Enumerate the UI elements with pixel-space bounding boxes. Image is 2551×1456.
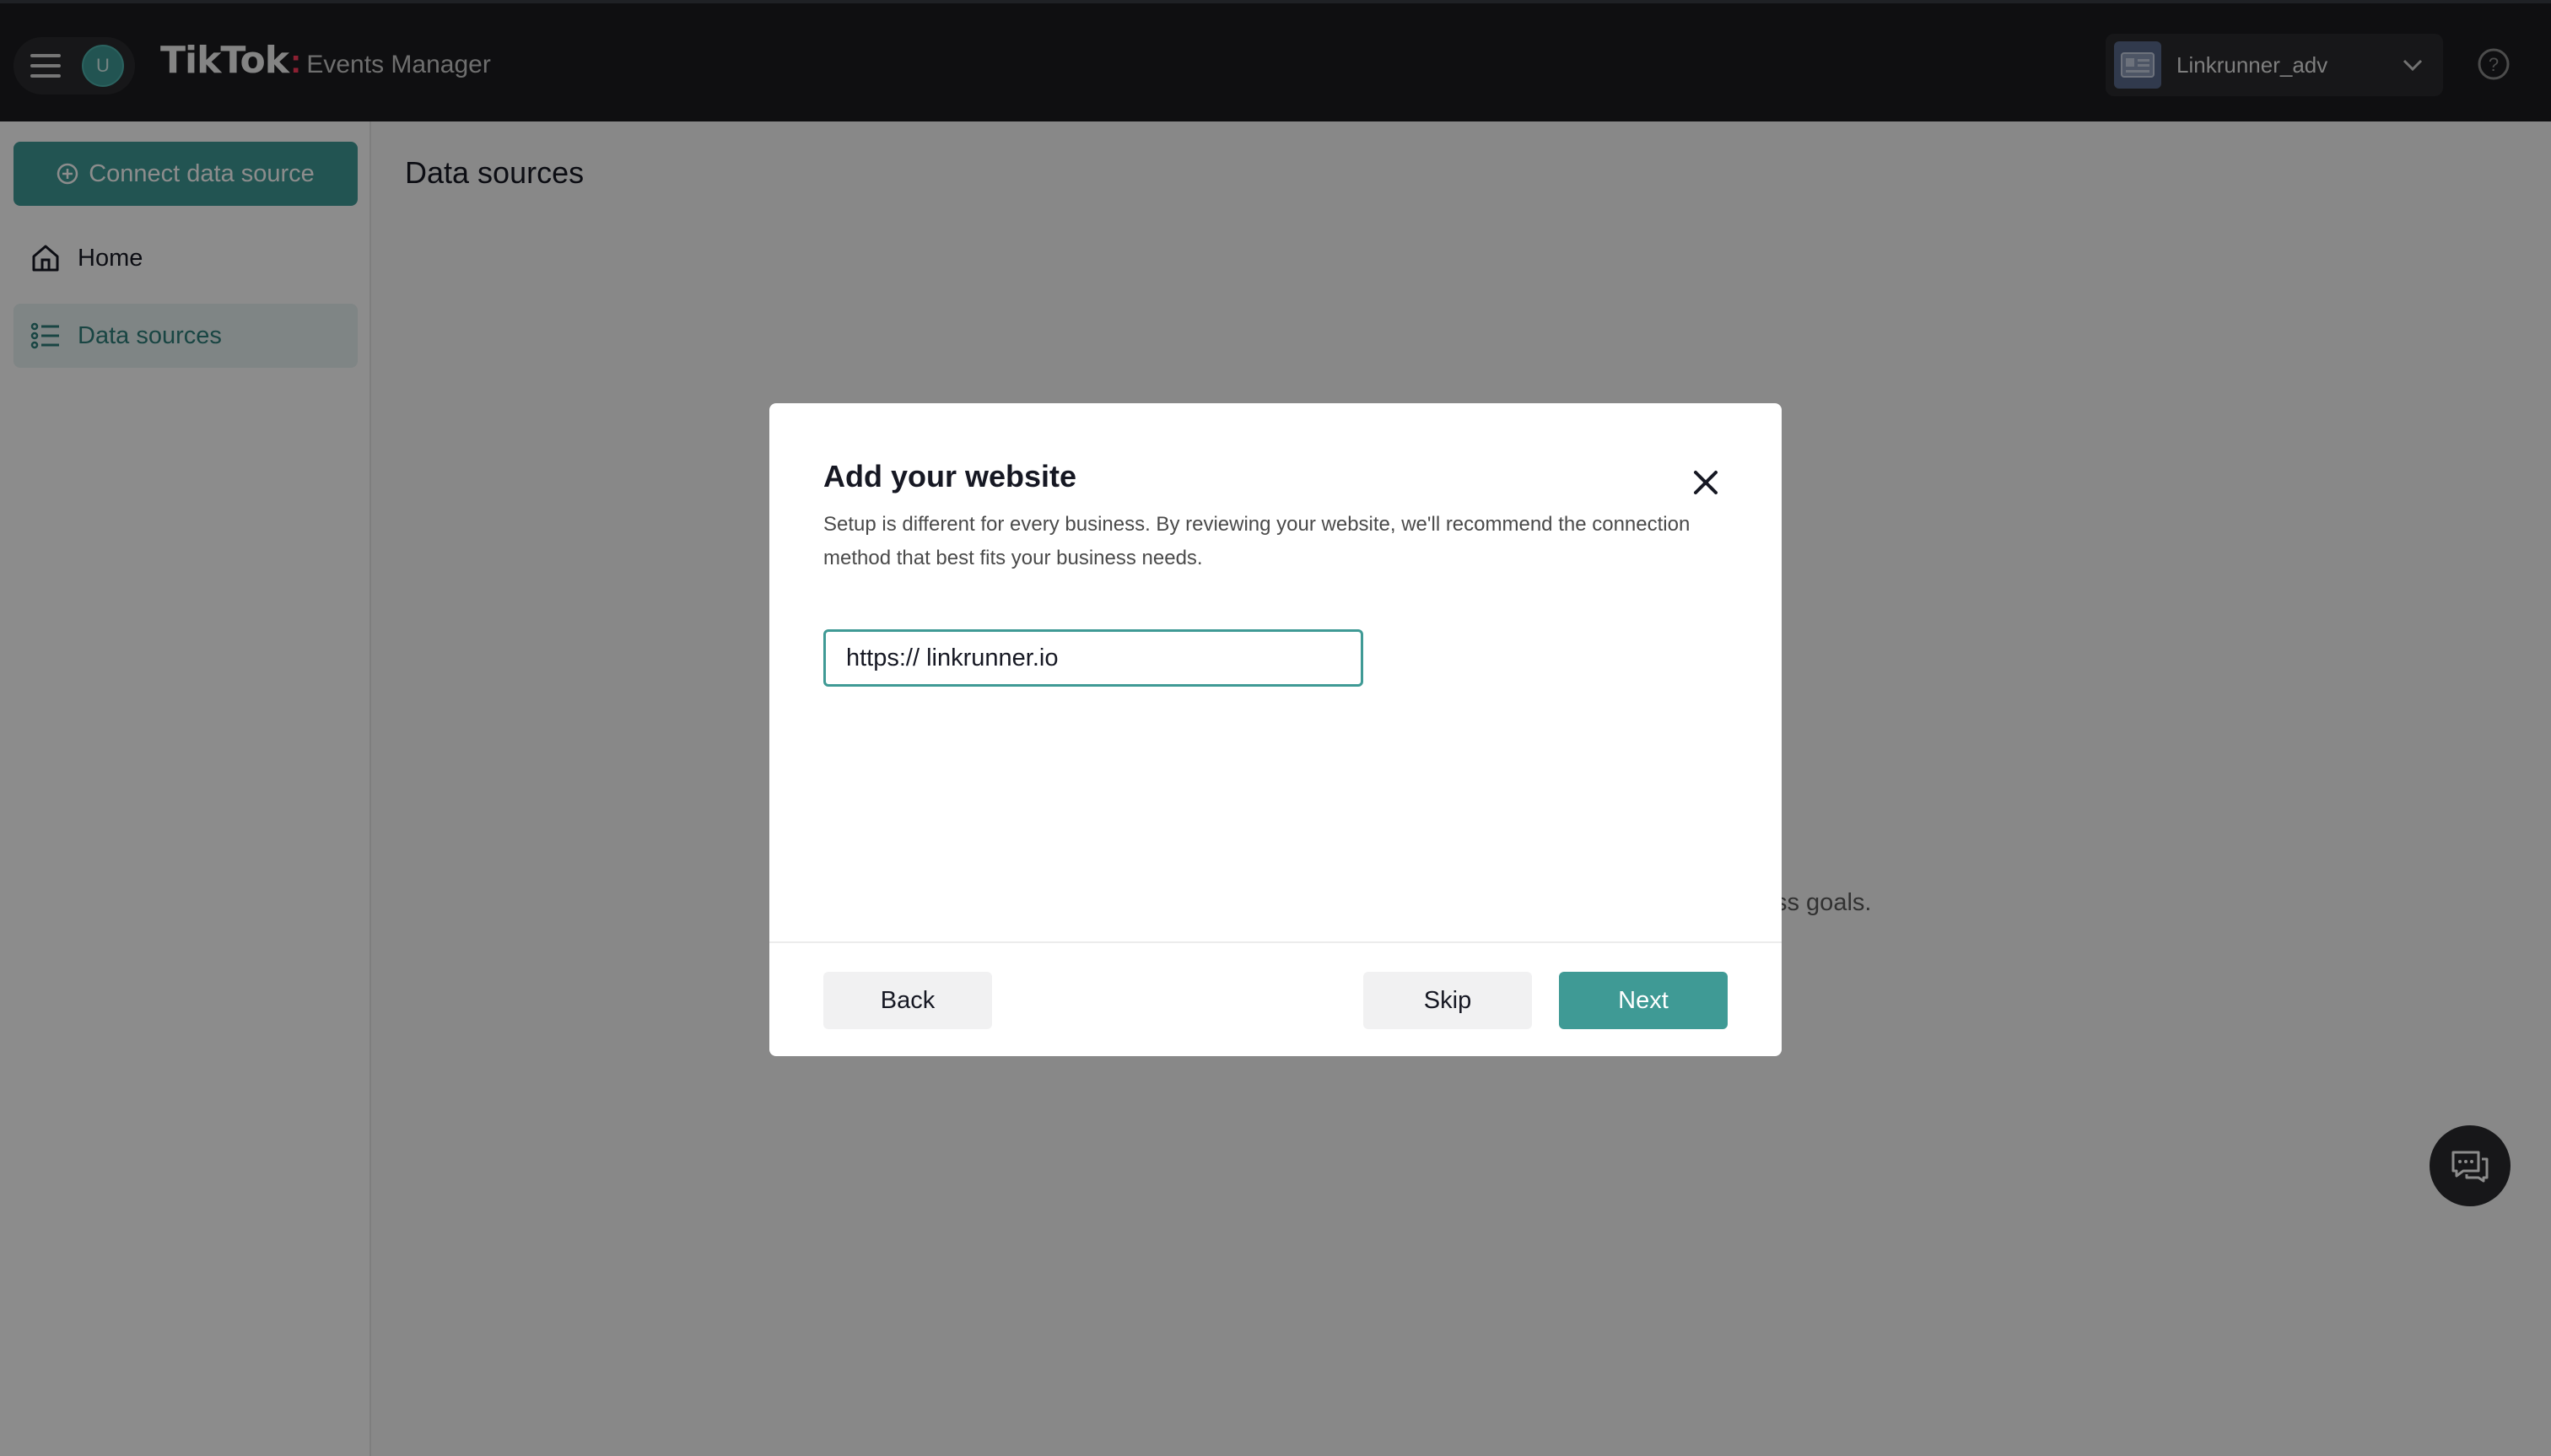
- dialog-divider: [769, 941, 1782, 943]
- dialog-description: Setup is different for every business. B…: [823, 513, 1691, 569]
- add-website-dialog: Add your website Setup is different for …: [769, 403, 1782, 1056]
- back-button[interactable]: Back: [823, 972, 992, 1029]
- close-icon[interactable]: [1687, 464, 1724, 501]
- skip-button[interactable]: Skip: [1363, 972, 1532, 1029]
- next-button[interactable]: Next: [1559, 972, 1728, 1029]
- dialog-title: Add your website: [823, 459, 1077, 493]
- website-url-input[interactable]: [823, 629, 1363, 687]
